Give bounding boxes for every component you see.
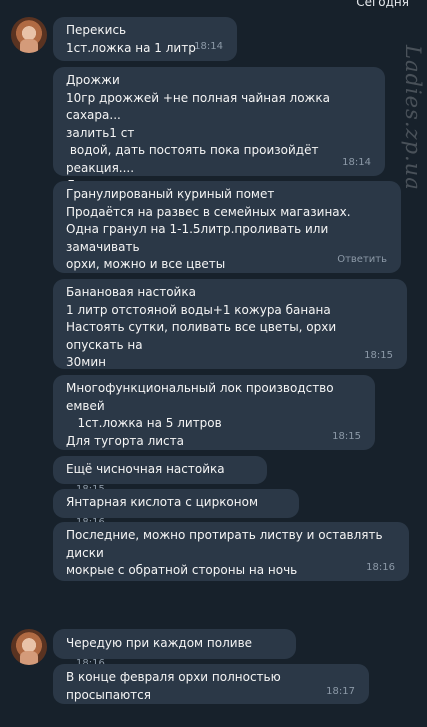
message-text: Чередую при каждом поливе [66,636,253,650]
message-bubble[interactable]: Многофункциональный лок производство емв… [53,375,375,450]
message-bubble[interactable]: Гранулированый куриный помет Продаётся н… [53,181,401,273]
message-bubble[interactable]: Банановая настойка 1 литр отстояной воды… [53,279,407,369]
message-time: 18:14 [194,40,223,52]
message-bubble[interactable]: Перекись 1ст.ложка на 1 литр 18:14 [53,17,237,61]
message-text: Банановая настойка 1 литр отстояной воды… [66,285,337,369]
message-text: Ещё чисночная настойка [66,462,225,476]
message-bubble[interactable]: Последние, можно протирать листву и оста… [53,522,409,581]
message-bubble[interactable]: Дрожжи 10гр дрожжей +не полная чайная ло… [53,67,385,192]
message-text: В конце февраля орхи полностью просыпают… [66,670,285,702]
avatar[interactable] [11,17,47,53]
date-label: Сегодня [356,0,409,9]
message-time: 18:14 [342,156,371,168]
message-time: 18:17 [326,685,355,697]
avatar[interactable] [11,629,47,665]
reply-link[interactable]: Ответить [337,251,387,269]
message-bubble[interactable]: В конце февраля орхи полностью просыпают… [53,664,369,704]
message-text: Многофункциональный лок производство емв… [66,381,334,448]
message-bubble[interactable]: Чередую при каждом поливе18:16 [53,629,296,669]
watermark: Ladies.zp.ua [401,45,425,191]
message-time: 18:16 [366,561,395,573]
message-text: Янтарная кислота с цирконом [66,495,259,509]
message-bubble[interactable]: Ещё чисночная настойка18:15 [53,456,267,495]
message-text: Дрожжи 10гр дрожжей +не полная чайная ло… [66,73,330,192]
message-time: 18:15 [332,430,361,442]
message-text: Последние, можно протирать листву и оста… [66,528,383,577]
message-bubble[interactable]: Янтарная кислота с цирконом18:16 [53,489,299,528]
message-time: 18:15 [364,349,393,361]
